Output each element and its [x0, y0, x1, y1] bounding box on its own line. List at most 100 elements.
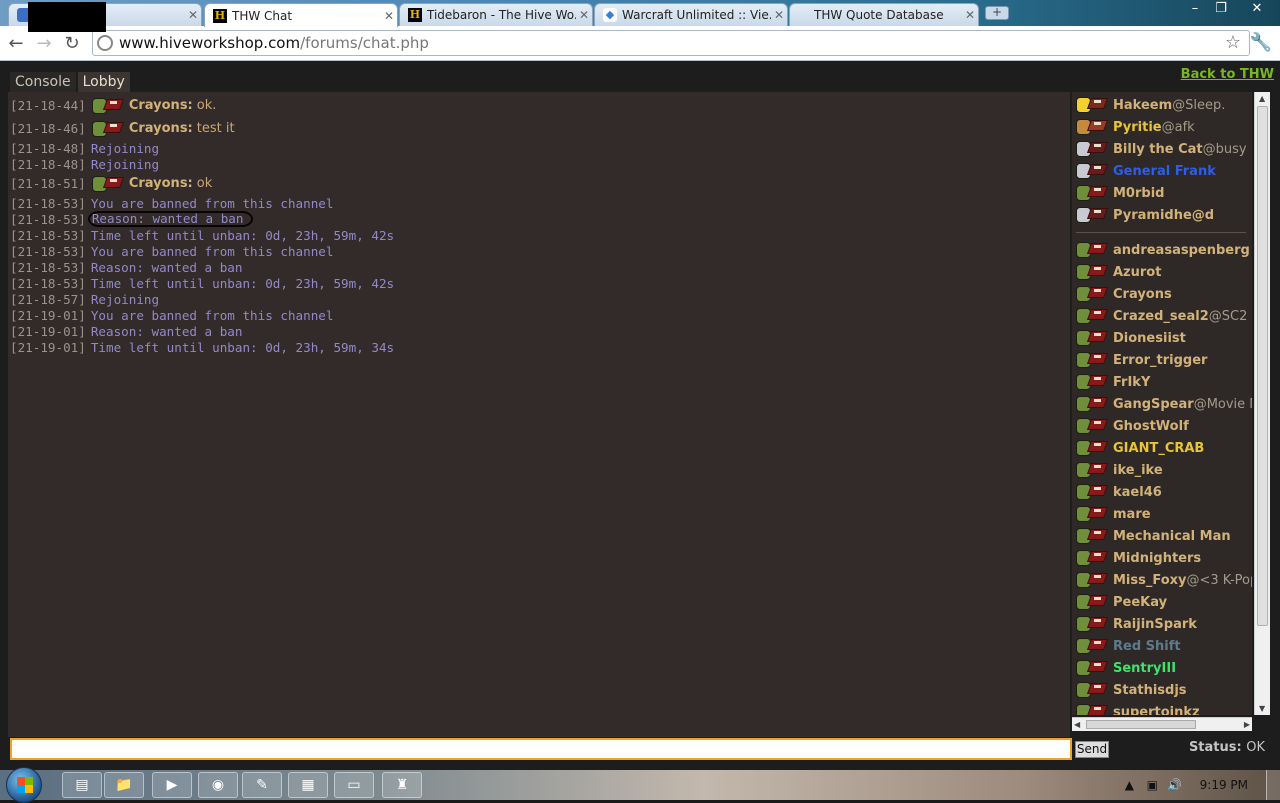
winrar-icon[interactable]: ▦: [288, 772, 328, 798]
tab-title: THW Chat: [232, 8, 293, 23]
close-icon[interactable]: ✕: [771, 8, 787, 22]
user-list-item[interactable]: Pyritie @afk: [1072, 116, 1252, 138]
timestamp: [21-18-44]: [10, 98, 86, 113]
browser-tab-thw-chat[interactable]: H THW Chat ✕: [204, 3, 398, 27]
user-list-item[interactable]: kael46: [1072, 481, 1252, 503]
close-window-icon[interactable]: ✕: [1234, 0, 1280, 20]
scroll-right-icon[interactable]: ▶: [1244, 720, 1250, 729]
system-message: [21-19-01] Time left until unban: 0d, 23h…: [8, 339, 1070, 355]
user-list-item[interactable]: FrIkY: [1072, 371, 1252, 393]
minimize-icon[interactable]: –: [1182, 0, 1208, 20]
timestamp: [21-18-53]: [10, 275, 86, 291]
clock[interactable]: 9:19 PM: [1200, 778, 1248, 792]
network-icon[interactable]: ▣: [1147, 778, 1158, 792]
user-list-item[interactable]: andreasaspenberg: [1072, 239, 1252, 261]
user-list-item[interactable]: M0rbid: [1072, 182, 1252, 204]
system-text: Time left until unban: 0d, 23h, 59m, 34s: [90, 339, 395, 355]
user-list-vertical-scrollbar[interactable]: ▲ ▼: [1254, 92, 1270, 715]
user-name: Azurot: [1113, 264, 1162, 280]
orc-avatar-icon: [1075, 482, 1109, 502]
wrench-icon[interactable]: 🔧: [1250, 32, 1272, 53]
timestamp: [21-18-53]: [10, 211, 86, 227]
browser-tab-quote-database[interactable]: THW Quote Database ✕: [789, 3, 979, 26]
user-list-item[interactable]: RaijinSpark: [1072, 613, 1252, 635]
browser-tab-warcraft-unlimited[interactable]: ◆ Warcraft Unlimited :: Vie... ✕: [594, 3, 788, 26]
user-name: M0rbid: [1113, 185, 1165, 201]
scrollbar-thumb[interactable]: [1257, 106, 1268, 626]
user-list-item[interactable]: GIANT_CRAB: [1072, 437, 1252, 459]
system-text: Time left until unban: 0d, 23h, 59m, 42s: [90, 227, 395, 243]
user-list-item[interactable]: Miss_Foxy @<3 K-Pop: [1072, 569, 1252, 591]
start-button[interactable]: [6, 767, 42, 803]
user-name: Crazed_seal2: [1113, 308, 1209, 324]
message-nick[interactable]: Crayons:: [129, 121, 193, 136]
user-list-item[interactable]: supertoinkz: [1072, 701, 1252, 715]
message-nick[interactable]: Crayons:: [129, 176, 193, 191]
user-list-item[interactable]: Stathisdjs: [1072, 679, 1252, 701]
scroll-left-icon[interactable]: ◀: [1074, 720, 1080, 729]
reload-icon[interactable]: ↻: [58, 33, 86, 54]
user-list-item[interactable]: Billy the Cat @busy: [1072, 138, 1252, 160]
orc-avatar-icon: [1075, 614, 1109, 634]
scroll-down-icon[interactable]: ▼: [1259, 704, 1265, 713]
tab-lobby[interactable]: Lobby: [77, 72, 130, 93]
bookmark-star-icon[interactable]: ☆: [1225, 32, 1241, 53]
browser-tab-tidebaron[interactable]: H Tidebaron - The Hive Wo... ✕: [399, 3, 593, 26]
user-list: Hakeem @Sleep. Pyritie @afk Billy the Cat @bu…: [1072, 92, 1252, 715]
send-button[interactable]: Send: [1075, 741, 1109, 758]
message-nick[interactable]: Crayons:: [129, 98, 193, 113]
user-name: ike_ike: [1113, 462, 1163, 478]
hive-favicon-icon: H: [408, 8, 422, 22]
user-list-horizontal-scrollbar[interactable]: ◀ ▶: [1072, 717, 1252, 731]
chrome-icon[interactable]: ◉: [198, 772, 238, 798]
back-arrow-icon[interactable]: ←: [2, 33, 30, 54]
warcraft-icon[interactable]: ♜: [382, 772, 422, 798]
volume-icon[interactable]: 🔊: [1167, 778, 1182, 792]
user-list-item[interactable]: GhostWolf: [1072, 415, 1252, 437]
orc-avatar-icon: [91, 96, 125, 116]
user-list-item[interactable]: Hakeem @Sleep.: [1072, 94, 1252, 116]
window-icon[interactable]: ▭: [334, 772, 374, 798]
folder-icon[interactable]: 📁: [104, 772, 144, 798]
globe-icon: [97, 35, 113, 51]
new-tab-button[interactable]: +: [985, 6, 1009, 20]
orc-avatar-icon: [1075, 284, 1109, 304]
close-icon[interactable]: ✕: [185, 8, 201, 22]
user-list-item[interactable]: Error_trigger: [1072, 349, 1252, 371]
user-list-item[interactable]: Crazed_seal2@SC2 E: [1072, 305, 1252, 327]
user-list-item[interactable]: General Frank: [1072, 160, 1252, 182]
user-name: Mechanical Man: [1113, 528, 1231, 544]
tab-console[interactable]: Console: [10, 72, 76, 93]
user-list-item[interactable]: mare: [1072, 503, 1252, 525]
user-list-item[interactable]: Mechanical Man: [1072, 525, 1252, 547]
user-list-item[interactable]: Pyramidhe@d: [1072, 204, 1252, 226]
close-icon[interactable]: ✕: [381, 9, 397, 23]
close-icon[interactable]: ✕: [962, 8, 978, 22]
user-list-item[interactable]: Dionesiist: [1072, 327, 1252, 349]
address-bar[interactable]: www.hiveworkshop.com/forums/chat.php ☆: [92, 30, 1250, 56]
user-list-item[interactable]: Red Shift: [1072, 635, 1252, 657]
forward-arrow-icon[interactable]: →: [30, 33, 58, 54]
user-list-item[interactable]: Crayons: [1072, 283, 1252, 305]
scrollbar-thumb[interactable]: [1086, 720, 1196, 729]
back-to-thw-link[interactable]: Back to THW: [1181, 67, 1274, 82]
timestamp: [21-18-57]: [10, 291, 86, 307]
user-list-item[interactable]: Azurot: [1072, 261, 1252, 283]
user-list-item[interactable]: Midnighters: [1072, 547, 1252, 569]
close-icon[interactable]: ✕: [576, 8, 592, 22]
scroll-up-icon[interactable]: ▲: [1259, 94, 1265, 103]
tray-expand-icon[interactable]: ▲: [1125, 778, 1134, 792]
orc-avatar-icon: [1075, 526, 1109, 546]
user-list-item[interactable]: SentryIII: [1072, 657, 1252, 679]
orc-avatar-icon: [1075, 504, 1109, 524]
user-list-item[interactable]: ike_ike: [1072, 459, 1252, 481]
user-list-item[interactable]: GangSpear@Movie No: [1072, 393, 1252, 415]
media-player-icon[interactable]: ▶: [152, 772, 192, 798]
maximize-icon[interactable]: ❐: [1208, 0, 1234, 20]
message-input[interactable]: [10, 738, 1072, 760]
show-desktop-button[interactable]: [1266, 770, 1280, 800]
explorer-icon[interactable]: ▤: [62, 772, 102, 798]
timestamp: [21-19-01]: [10, 307, 86, 323]
user-list-item[interactable]: PeeKay: [1072, 591, 1252, 613]
notepad-icon[interactable]: ✎: [242, 772, 282, 798]
